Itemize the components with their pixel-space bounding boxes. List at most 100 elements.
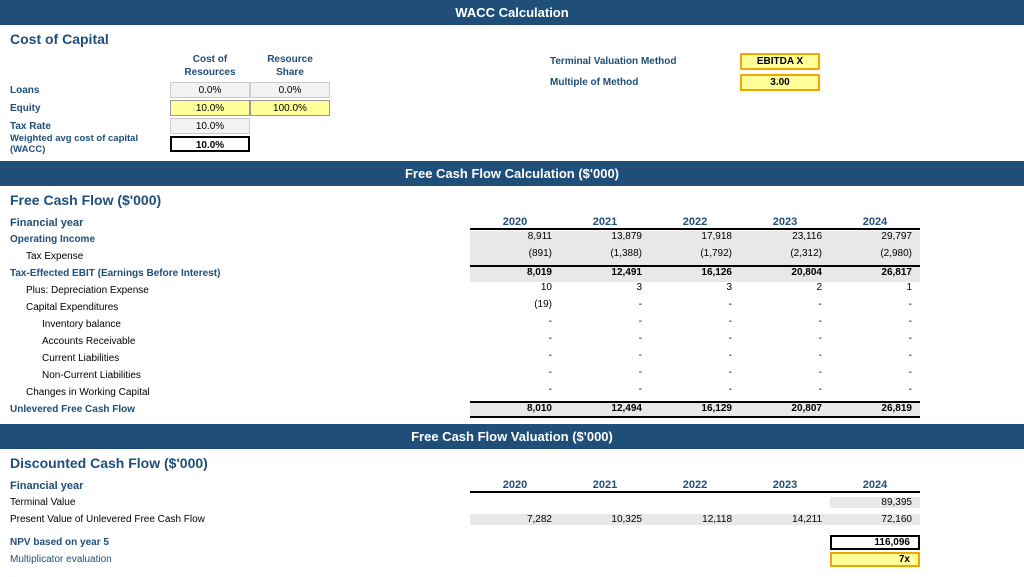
wacc-body: Cost ofResources ResourceShare Loans 0.0…	[0, 49, 1024, 161]
wacc-value[interactable]: 10.0%	[170, 136, 250, 152]
dep-2024: 1	[830, 282, 920, 299]
fcf-year-label: Financial year	[10, 217, 470, 229]
inv-2020: -	[470, 316, 560, 333]
ar-2022: -	[650, 333, 740, 350]
tax-expense-label: Tax Expense	[10, 251, 470, 262]
ncl-2021: -	[560, 367, 650, 384]
tax-label: Tax Rate	[10, 121, 170, 132]
fcf-row-capex: Capital Expenditures (19) - - - -	[10, 299, 1014, 316]
operating-income-label: Operating Income	[10, 234, 470, 245]
ar-2021: -	[560, 333, 650, 350]
fcf-row-current-liab: Current Liabilities - - - - -	[10, 350, 1014, 367]
npv-value: 116,096	[830, 535, 920, 550]
fcf-row-depreciation: Plus: Depreciation Expense 10 3 3 2 1	[10, 282, 1014, 299]
ar-2020: -	[470, 333, 560, 350]
fcf-section: Free Cash Flow Calculation ($'000) Free …	[0, 161, 1024, 424]
multiplicator-value: 7x	[830, 552, 920, 567]
wc-2024: -	[830, 384, 920, 401]
dcf-year-label: Financial year	[10, 480, 470, 492]
equity-cost[interactable]: 10.0%	[170, 100, 250, 116]
oi-2023: 23,116	[740, 231, 830, 248]
equity-share[interactable]: 100.0%	[250, 100, 330, 116]
ar-2023: -	[740, 333, 830, 350]
dcf-year-2020: 2020	[470, 479, 560, 493]
fcf-row-working-capital: Changes in Working Capital - - - - -	[10, 384, 1014, 401]
cl-2023: -	[740, 350, 830, 367]
ar-label: Accounts Receivable	[10, 336, 470, 347]
depreciation-label: Plus: Depreciation Expense	[10, 285, 470, 296]
ncl-2022: -	[650, 367, 740, 384]
pv-2021: 10,325	[560, 514, 650, 525]
ncl-2024: -	[830, 367, 920, 384]
equity-label: Equity	[10, 103, 170, 114]
dcf-row-multiplicator: Multiplicator evaluation 7x	[10, 551, 1014, 568]
dcf-year-2023: 2023	[740, 479, 830, 493]
fcf-row-operating-income: Operating Income 8,911 13,879 17,918 23,…	[10, 231, 1014, 248]
inventory-label: Inventory balance	[10, 319, 470, 330]
oi-2020: 8,911	[470, 231, 560, 248]
pv-2022: 12,118	[650, 514, 740, 525]
multiple-method-value[interactable]: 3.00	[740, 74, 820, 91]
ulfcf-2022: 16,129	[650, 401, 740, 418]
ulfcf-2024: 26,819	[830, 401, 920, 418]
dep-2023: 2	[740, 282, 830, 299]
ulfcf-2020: 8,010	[470, 401, 560, 418]
terminal-method-value[interactable]: EBITDA X	[740, 53, 820, 70]
cl-2020: -	[470, 350, 560, 367]
capex-2022: -	[650, 299, 740, 316]
loans-cost[interactable]: 0.0%	[170, 82, 250, 98]
inv-2023: -	[740, 316, 830, 333]
cost-of-capital-title: Cost of Capital	[0, 25, 1024, 49]
wacc-row-wacc: Weighted avg cost of capital (WACC) 10.0…	[10, 135, 330, 153]
ebit-2021: 12,491	[560, 265, 650, 282]
dep-2020: 10	[470, 282, 560, 299]
wacc-section: WACC Calculation Cost of Capital Cost of…	[0, 0, 1024, 161]
valuation-header: Free Cash Flow Valuation ($'000)	[0, 424, 1024, 449]
fcf-year-header-row: Financial year 2020 2021 2022 2023 2024	[10, 214, 1014, 231]
ebit-2023: 20,804	[740, 265, 830, 282]
wacc-row-equity: Equity 10.0% 100.0%	[10, 99, 330, 117]
multiple-method-row: Multiple of Method 3.00	[550, 74, 820, 91]
wacc-col-headers: Cost ofResources ResourceShare	[170, 53, 330, 79]
wacc-header: WACC Calculation	[0, 0, 1024, 25]
dcf-year-header-row: Financial year 2020 2021 2022 2023 2024	[10, 477, 1014, 494]
fcf-row-tax-expense: Tax Expense (891) (1,388) (1,792) (2,312…	[10, 248, 1014, 265]
ulfcf-2023: 20,807	[740, 401, 830, 418]
cl-2021: -	[560, 350, 650, 367]
tax-share	[250, 118, 330, 134]
capex-2024: -	[830, 299, 920, 316]
year-2023: 2023	[740, 216, 830, 230]
year-2022: 2022	[650, 216, 740, 230]
loans-share[interactable]: 0.0%	[250, 82, 330, 98]
col-header-share: ResourceShare	[250, 53, 330, 79]
year-2020: 2020	[470, 216, 560, 230]
wacc-left: Cost ofResources ResourceShare Loans 0.0…	[10, 53, 330, 153]
terminal-value-label: Terminal Value	[10, 497, 470, 508]
inv-2021: -	[560, 316, 650, 333]
inv-2022: -	[650, 316, 740, 333]
wc-2021: -	[560, 384, 650, 401]
capex-2021: -	[560, 299, 650, 316]
wacc-right: Terminal Valuation Method EBITDA X Multi…	[550, 53, 820, 91]
dcf-year-2024: 2024	[830, 479, 920, 493]
dep-2022: 3	[650, 282, 740, 299]
ebit-label: Tax-Effected EBIT (Earnings Before Inter…	[10, 268, 470, 279]
oi-2024: 29,797	[830, 231, 920, 248]
ncl-2020: -	[470, 367, 560, 384]
ebit-2022: 16,126	[650, 265, 740, 282]
te-2021: (1,388)	[560, 248, 650, 265]
tax-cost[interactable]: 10.0%	[170, 118, 250, 134]
wc-2020: -	[470, 384, 560, 401]
ncl-2023: -	[740, 367, 830, 384]
oi-2022: 17,918	[650, 231, 740, 248]
wc-2023: -	[740, 384, 830, 401]
pv-label: Present Value of Unlevered Free Cash Flo…	[10, 514, 470, 525]
fcf-row-ebit: Tax-Effected EBIT (Earnings Before Inter…	[10, 265, 1014, 282]
dep-2021: 3	[560, 282, 650, 299]
multiplicator-label: Multiplicator evaluation	[10, 554, 470, 565]
fcf-title: Free Cash Flow ($'000)	[0, 186, 1024, 210]
multiple-method-label: Multiple of Method	[550, 77, 730, 88]
te-2024: (2,980)	[830, 248, 920, 265]
fcf-row-inventory: Inventory balance - - - - -	[10, 316, 1014, 333]
ebit-2020: 8,019	[470, 265, 560, 282]
